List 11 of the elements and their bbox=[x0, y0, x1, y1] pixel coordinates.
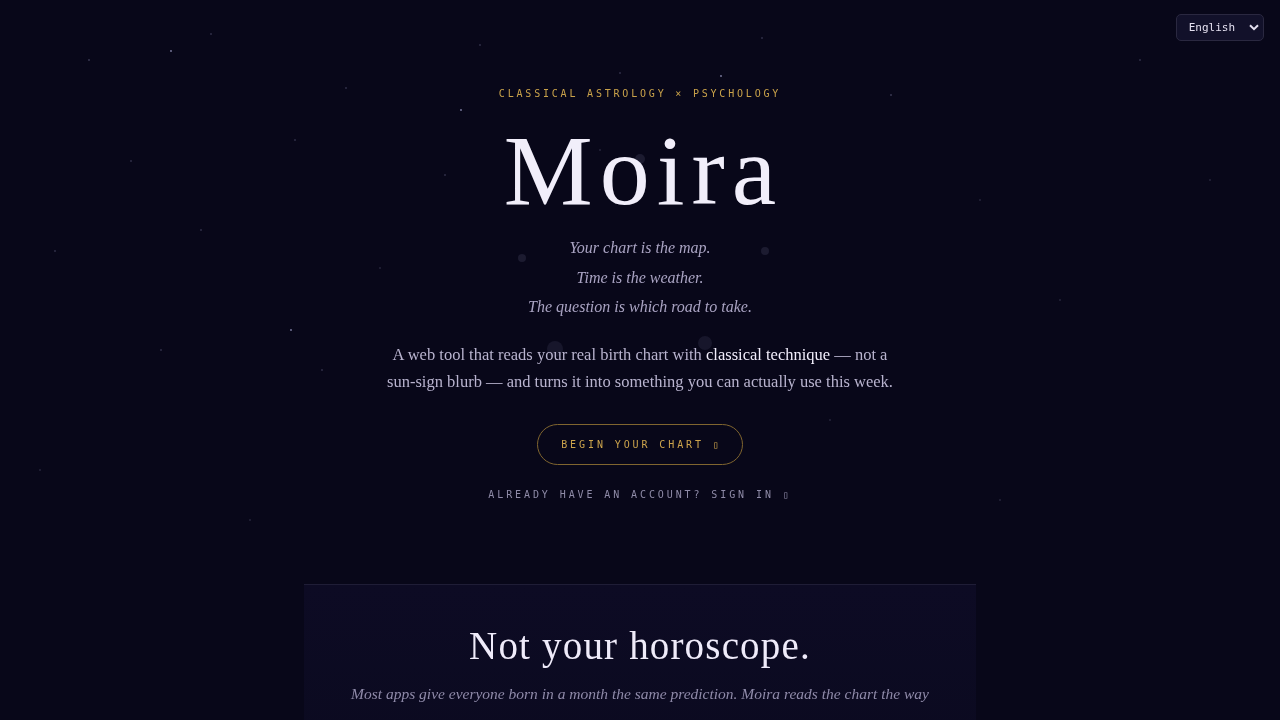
chevron-down-icon bbox=[1249, 24, 1259, 31]
tagline-line: Time is the weather. bbox=[576, 267, 704, 288]
eyebrow-text: CLASSICAL ASTROLOGY × PSYCHOLOGY bbox=[498, 88, 782, 100]
tagline-line: Your chart is the map. bbox=[569, 238, 711, 259]
app-title: Moira bbox=[502, 116, 784, 226]
tagline-line: The question is which road to take. bbox=[528, 297, 752, 318]
section-body-text: Most apps give everyone born in a month the same prediction. Moira reads the chart the way bbox=[351, 683, 929, 704]
language-select[interactable]: English bbox=[1175, 14, 1264, 41]
description-text: A web tool that reads your real birth chart with classical technique — not a sun-sign blurb — and turns it into something you can actually use this week. bbox=[386, 343, 894, 393]
section-heading: Not your horoscope. bbox=[469, 622, 811, 670]
sign-in-link[interactable]: ALREADY HAVE AN ACCOUNT? SIGN IN ▯ bbox=[488, 488, 792, 501]
